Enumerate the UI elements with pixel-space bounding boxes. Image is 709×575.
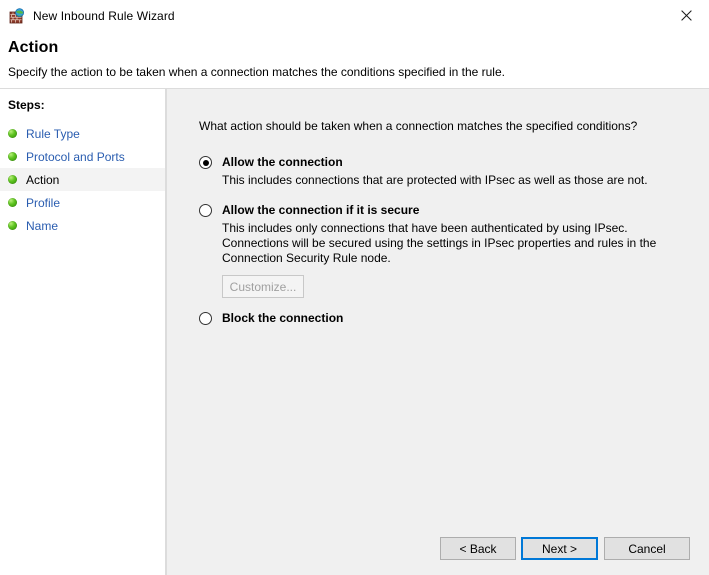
sidebar-item-label: Name [26, 219, 58, 233]
firewall-wall-globe-icon [9, 8, 25, 24]
step-bullet-icon [8, 198, 17, 207]
footer-button-bar: < Back Next > Cancel [166, 527, 709, 575]
option-allow-if-secure: Allow the connection if it is secure Thi… [199, 203, 669, 298]
steps-heading: Steps: [8, 98, 45, 112]
radio-button-icon[interactable] [199, 156, 212, 169]
step-bullet-icon [8, 175, 17, 184]
sidebar-item-profile[interactable]: Profile [0, 191, 165, 214]
sidebar-item-label: Protocol and Ports [26, 150, 125, 164]
option-description: This includes connections that are prote… [222, 173, 669, 188]
step-bullet-icon [8, 129, 17, 138]
action-question: What action should be taken when a conne… [199, 119, 637, 133]
option-block-the-connection: Block the connection [199, 311, 669, 325]
option-title: Block the connection [222, 311, 343, 325]
option-description: This includes only connections that have… [222, 221, 669, 266]
title-bar: New Inbound Rule Wizard [0, 0, 709, 31]
steps-list: Rule Type Protocol and Ports Action Prof… [0, 122, 165, 237]
option-title: Allow the connection [222, 155, 343, 169]
customize-button[interactable]: Customize... [222, 275, 304, 298]
sidebar-item-rule-type[interactable]: Rule Type [0, 122, 165, 145]
option-allow-the-connection: Allow the connection This includes conne… [199, 155, 669, 188]
sidebar-item-name[interactable]: Name [0, 214, 165, 237]
close-icon[interactable] [663, 0, 709, 30]
page-title: Action [8, 39, 58, 57]
back-button[interactable]: < Back [440, 537, 516, 560]
radio-block-the-connection[interactable]: Block the connection [199, 311, 669, 325]
step-bullet-icon [8, 152, 17, 161]
radio-button-icon[interactable] [199, 312, 212, 325]
sidebar-item-protocol-and-ports[interactable]: Protocol and Ports [0, 145, 165, 168]
radio-allow-the-connection[interactable]: Allow the connection [199, 155, 669, 169]
window-title: New Inbound Rule Wizard [33, 9, 175, 23]
steps-sidebar: Steps: Rule Type Protocol and Ports Acti… [0, 88, 166, 575]
sidebar-item-action[interactable]: Action [0, 168, 165, 191]
sidebar-item-label: Action [26, 173, 59, 187]
sidebar-item-label: Rule Type [26, 127, 80, 141]
radio-button-icon[interactable] [199, 204, 212, 217]
next-button[interactable]: Next > [521, 537, 598, 560]
cancel-button[interactable]: Cancel [604, 537, 690, 560]
page-subtitle: Specify the action to be taken when a co… [8, 65, 505, 79]
main-panel: What action should be taken when a conne… [166, 88, 709, 575]
sidebar-item-label: Profile [26, 196, 60, 210]
option-title: Allow the connection if it is secure [222, 203, 419, 217]
radio-allow-the-connection-if-it-is-secure[interactable]: Allow the connection if it is secure [199, 203, 669, 217]
step-bullet-icon [8, 221, 17, 230]
wizard-header: Action Specify the action to be taken wh… [0, 31, 709, 88]
